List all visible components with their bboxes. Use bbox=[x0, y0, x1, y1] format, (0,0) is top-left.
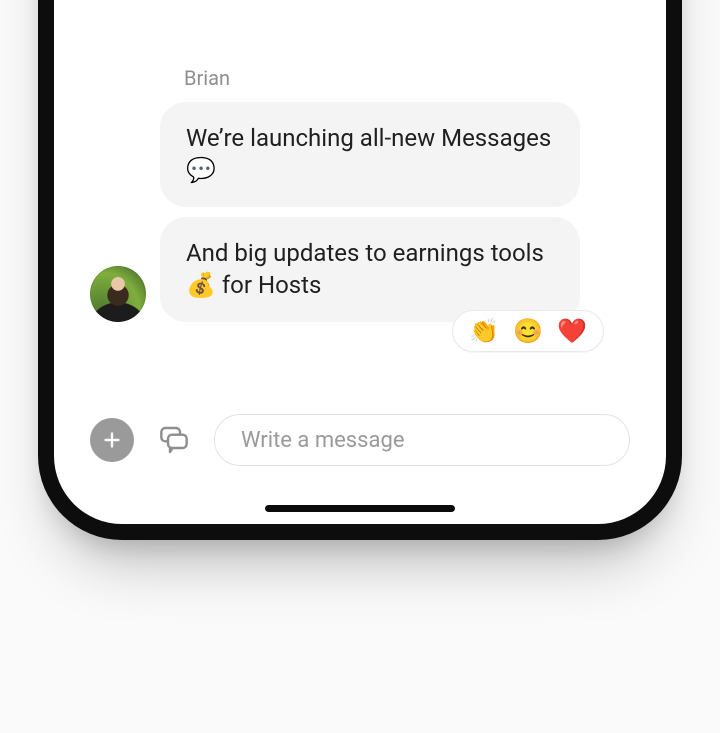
avatar bbox=[90, 266, 146, 322]
reaction-clap-icon[interactable]: 👏 bbox=[469, 319, 499, 343]
message-row: And big updates to earnings tools 💰 for … bbox=[90, 217, 630, 322]
phone-screen: Brian We’re launching all-new Messages 💬… bbox=[54, 0, 666, 524]
home-indicator bbox=[265, 505, 455, 512]
reaction-bar[interactable]: 👏 😊 ❤️ bbox=[452, 310, 604, 352]
message-row: We’re launching all-new Messages 💬 bbox=[90, 102, 630, 207]
composer: Write a message bbox=[90, 414, 630, 466]
stage: Brian We’re launching all-new Messages 💬… bbox=[0, 0, 720, 733]
plus-icon bbox=[101, 429, 123, 451]
quick-replies-button[interactable] bbox=[152, 418, 196, 462]
sender-name: Brian bbox=[184, 66, 630, 90]
message-input[interactable]: Write a message bbox=[214, 414, 630, 466]
message-thread: Brian We’re launching all-new Messages 💬… bbox=[90, 66, 630, 352]
reaction-smile-icon[interactable]: 😊 bbox=[513, 319, 543, 343]
add-button[interactable] bbox=[90, 418, 134, 462]
message-bubble: And big updates to earnings tools 💰 for … bbox=[160, 217, 580, 322]
avatar-slot bbox=[90, 266, 146, 322]
phone-frame: Brian We’re launching all-new Messages 💬… bbox=[38, 0, 682, 540]
message-bubble: We’re launching all-new Messages 💬 bbox=[160, 102, 580, 207]
reaction-heart-icon[interactable]: ❤️ bbox=[557, 319, 587, 343]
chat-bubbles-icon bbox=[158, 424, 190, 456]
